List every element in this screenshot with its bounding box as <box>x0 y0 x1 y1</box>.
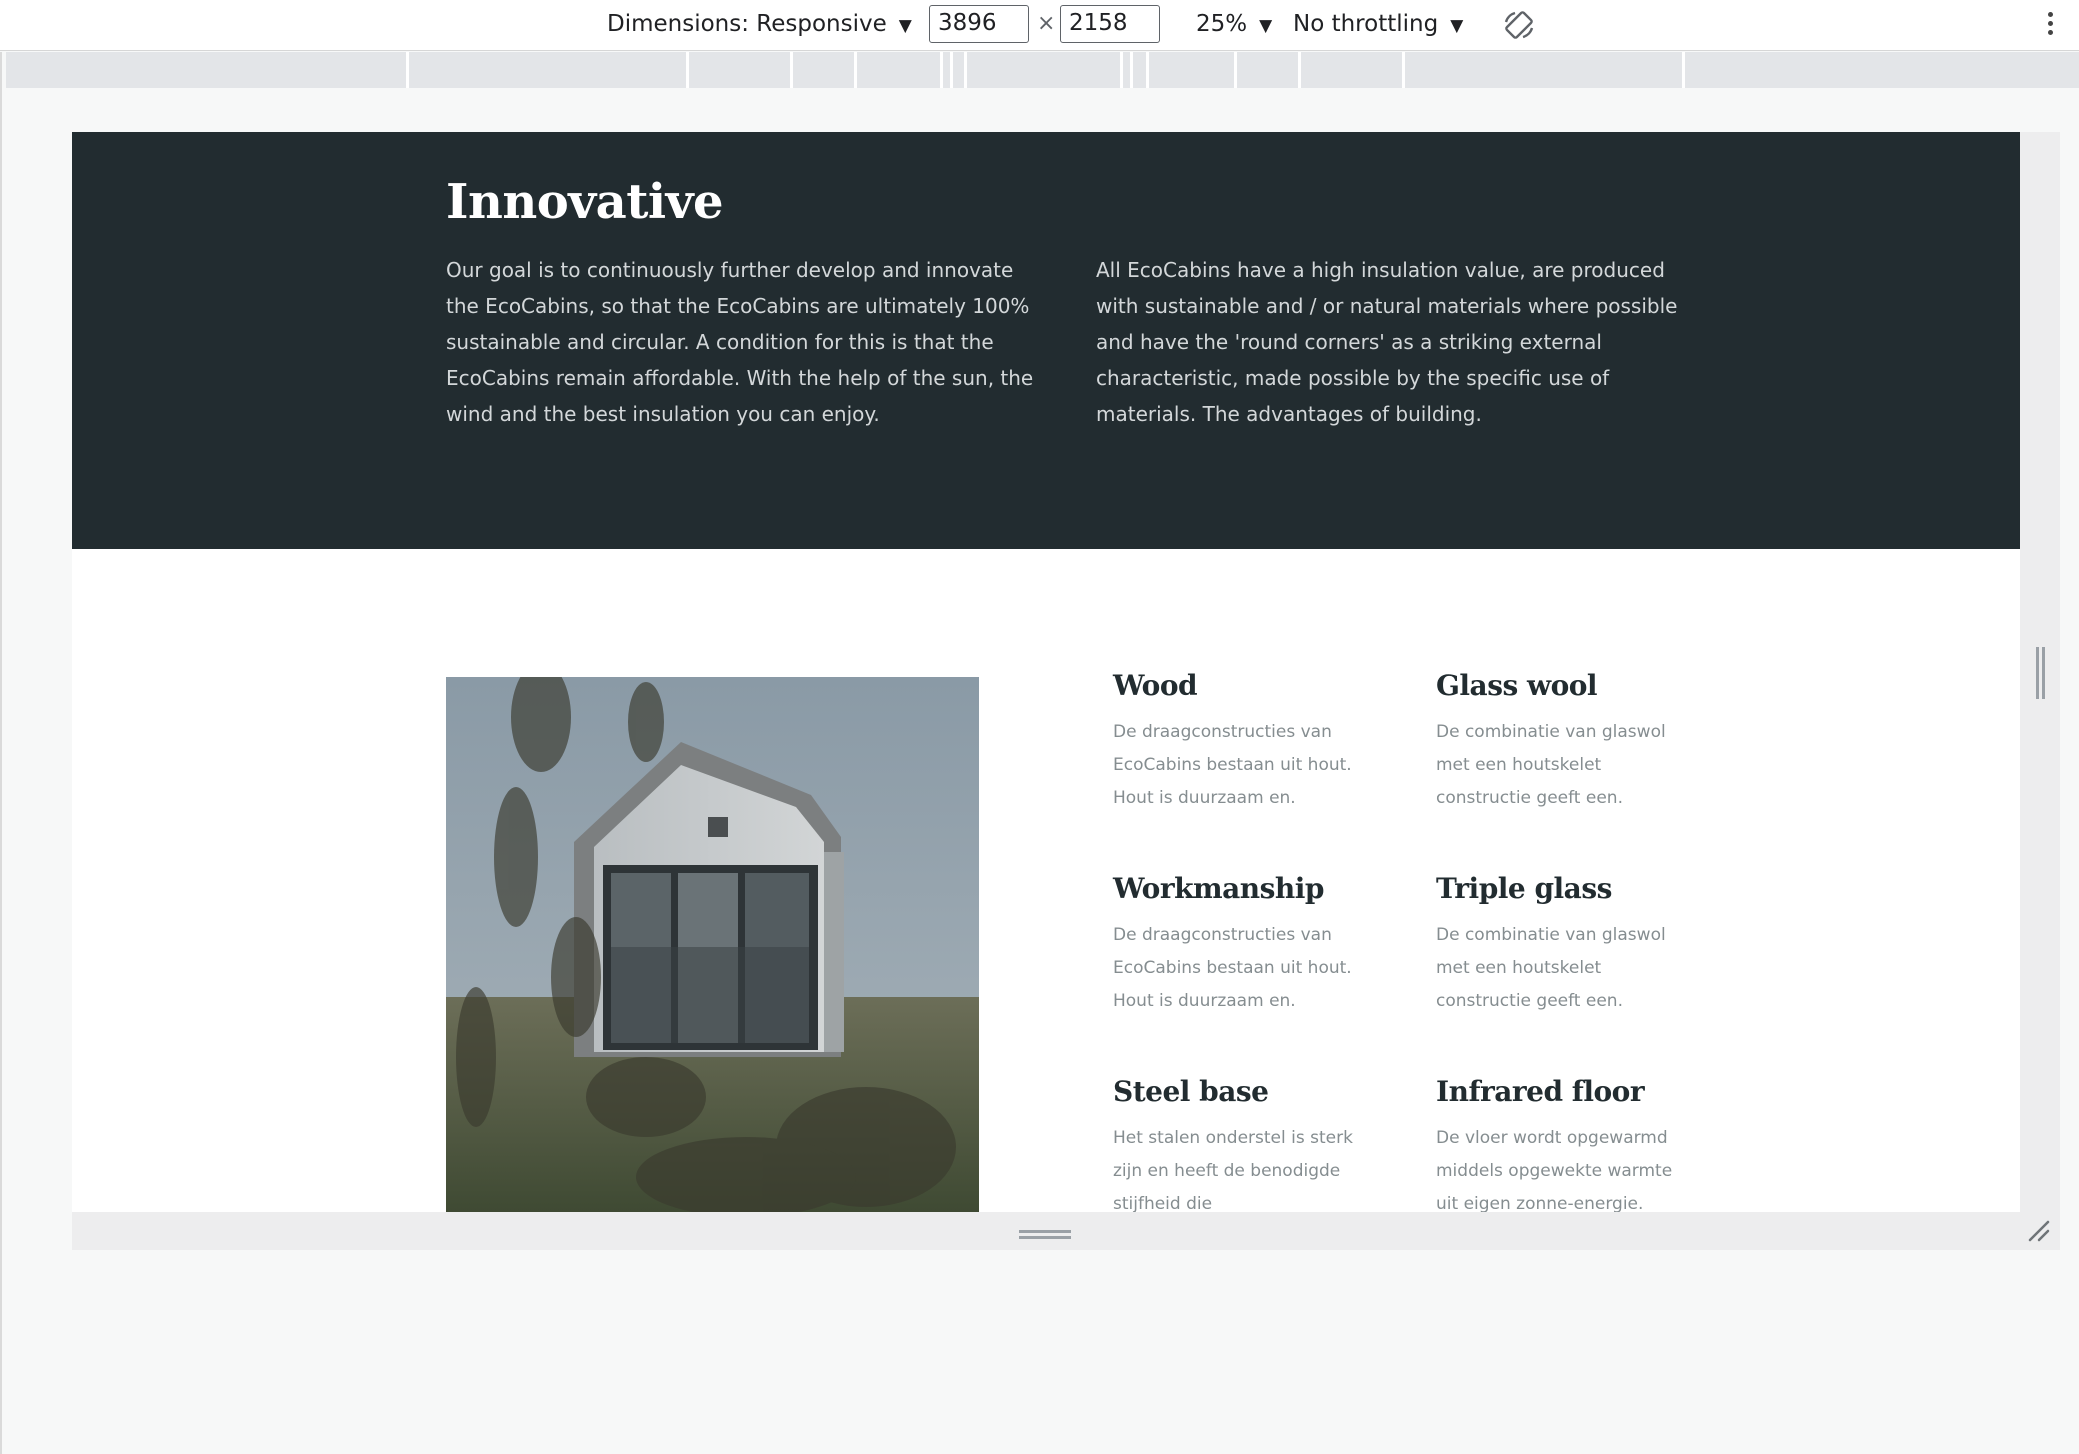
feature-desc-workmanship: De draagconstructies van EcoCabins besta… <box>1113 925 1352 1011</box>
throttling-label: No throttling <box>1293 11 1439 37</box>
throttling-dropdown[interactable]: No throttling ▼ <box>1293 0 1463 48</box>
media-query-marker[interactable] <box>1402 52 1405 88</box>
feature-desc-infrared-floor: De vloer wordt opgewarmd middels opgewek… <box>1436 1128 1673 1212</box>
media-query-marker[interactable] <box>406 52 409 88</box>
feature-desc-steel-base: Het stalen onderstel is sterk zijn en he… <box>1113 1128 1353 1212</box>
corner-resize-icon[interactable] <box>2026 1218 2052 1244</box>
feature-title-wood: Wood <box>1113 669 1198 702</box>
media-query-marker[interactable] <box>964 52 967 88</box>
rotate-icon[interactable] <box>1503 10 1535 40</box>
panel-divider <box>0 52 2 1454</box>
media-query-marker[interactable] <box>1130 52 1133 88</box>
feature-title-workmanship: Workmanship <box>1113 872 1324 905</box>
media-query-marker[interactable] <box>1146 52 1149 88</box>
feature-title-steel-base: Steel base <box>1113 1075 1269 1108</box>
feature-desc-wood: De draagconstructies van EcoCabins besta… <box>1113 722 1352 808</box>
media-query-marker[interactable] <box>950 52 953 88</box>
dimensions-label: Dimensions: Responsive <box>607 11 887 37</box>
device-viewport: Innovative Our goal is to continuously f… <box>72 132 2020 1212</box>
width-input[interactable]: 3896 <box>929 5 1029 43</box>
feature-title-infrared-floor: Infrared floor <box>1436 1075 1645 1108</box>
device-toolbar: Dimensions: Responsive ▼ 3896 × 2158 25% ▼… <box>0 0 2079 51</box>
more-options-icon[interactable] <box>2045 12 2055 40</box>
media-query-marker[interactable] <box>790 52 793 88</box>
media-query-ruler[interactable] <box>6 52 2079 88</box>
height-input[interactable]: 2158 <box>1060 5 1160 43</box>
section-heading: Innovative <box>446 174 724 230</box>
bottom-resize-handle[interactable] <box>72 1212 2060 1250</box>
media-query-marker[interactable] <box>686 52 689 88</box>
right-resize-handle[interactable] <box>2020 132 2060 1212</box>
feature-desc-triple-glass: De combinatie van glaswol met een houtsk… <box>1436 925 1666 1011</box>
media-query-marker[interactable] <box>1120 52 1123 88</box>
zoom-dropdown[interactable]: 25% ▼ <box>1196 0 1272 48</box>
media-query-marker[interactable] <box>940 52 943 88</box>
media-query-marker[interactable] <box>1234 52 1237 88</box>
caret-down-icon: ▼ <box>1450 16 1464 36</box>
feature-title-glass-wool: Glass wool <box>1436 669 1598 702</box>
media-query-marker[interactable] <box>854 52 857 88</box>
cabin-photo <box>446 677 979 1212</box>
media-query-marker[interactable] <box>1682 52 1685 88</box>
media-query-marker[interactable] <box>1298 52 1301 88</box>
innovative-section: Innovative Our goal is to continuously f… <box>72 132 2020 549</box>
feature-title-triple-glass: Triple glass <box>1436 872 1612 905</box>
feature-desc-glass-wool: De combinatie van glaswol met een houtsk… <box>1436 722 1666 808</box>
zoom-label: 25% <box>1196 11 1248 37</box>
intro-paragraph-left: Our goal is to continuously further deve… <box>446 258 1034 426</box>
caret-down-icon: ▼ <box>1259 16 1273 36</box>
times-icon: × <box>1037 11 1056 36</box>
dimensions-dropdown[interactable]: Dimensions: Responsive ▼ <box>607 0 912 48</box>
caret-down-icon: ▼ <box>898 16 912 36</box>
intro-paragraph-right: All EcoCabins have a high insulation val… <box>1096 258 1678 426</box>
